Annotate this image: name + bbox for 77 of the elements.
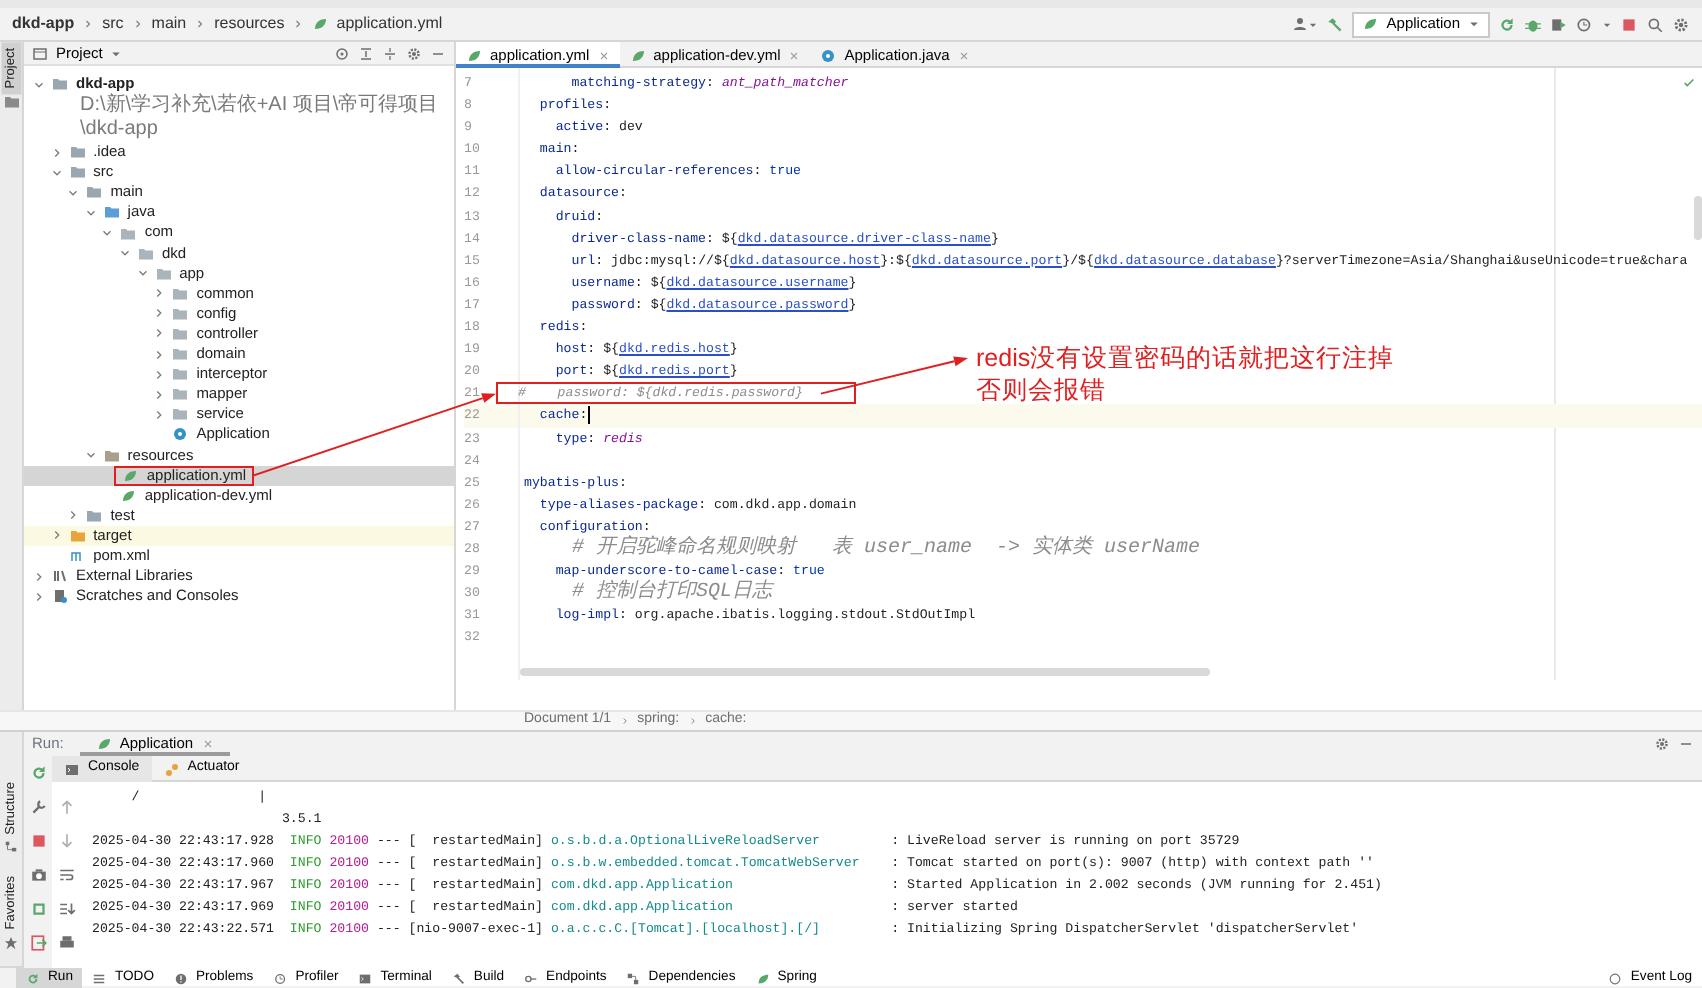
leaf-icon [755, 971, 770, 985]
search-icon[interactable] [1646, 15, 1664, 33]
profiler-icon[interactable] [1576, 15, 1594, 33]
file-icon [69, 548, 86, 565]
user-icon [1292, 16, 1309, 32]
folder-icon [3, 94, 19, 111]
chevron-icon [687, 716, 698, 726]
breadcrumb-item[interactable]: main [151, 12, 187, 36]
settings-icon[interactable] [1672, 15, 1690, 33]
close-icon [597, 49, 610, 61]
down-arrow-icon[interactable] [57, 832, 75, 850]
caret-icon [110, 47, 123, 59]
settings-icon[interactable] [406, 45, 422, 61]
code-line: # 开启驼峰命名规则映射 表 user_name -> 实体类 userName [570, 537, 1201, 561]
horizontal-scrollbar[interactable] [520, 668, 1210, 676]
window-icon [32, 45, 48, 61]
chevron-icon[interactable] [32, 77, 46, 92]
structure-icon [4, 840, 18, 855]
rerun-icon[interactable] [1498, 15, 1516, 33]
code-line: # 控制台打印SQL日志 [570, 582, 773, 605]
class-icon [820, 47, 837, 63]
user-menu-button[interactable] [1292, 16, 1319, 32]
breadcrumb-item[interactable]: src [102, 12, 124, 36]
text-cursor [587, 406, 590, 425]
yaml-file-icon [312, 16, 329, 32]
caret-icon [1308, 19, 1319, 29]
camera-icon[interactable] [29, 866, 47, 884]
library-icon [52, 568, 68, 585]
chevron-icon [292, 18, 305, 30]
hammer-icon[interactable] [1326, 15, 1345, 33]
module-folder-icon [52, 76, 68, 93]
rerun-icon[interactable] [29, 764, 47, 782]
leaf-icon [1362, 16, 1379, 32]
console-icon [52, 588, 68, 605]
exit-icon[interactable] [29, 934, 47, 952]
up-arrow-icon[interactable] [57, 798, 75, 816]
chevron-icon [131, 18, 144, 30]
breadcrumb-item[interactable]: dkd-app [12, 12, 75, 36]
actuator-icon [163, 761, 180, 777]
soft-wrap-icon[interactable] [57, 866, 75, 884]
class-icon [172, 426, 189, 443]
chevron-icon[interactable] [83, 448, 98, 463]
list-icon [92, 971, 107, 985]
leaf-icon [95, 736, 112, 752]
debug-icon[interactable] [1524, 15, 1542, 33]
expand-all-icon[interactable] [382, 45, 398, 61]
breadcrumb-item[interactable]: resources [214, 12, 285, 36]
console-icon [64, 761, 80, 777]
profiler-icon [273, 971, 288, 985]
star-icon [4, 936, 18, 950]
vertical-scrollbar[interactable] [1694, 196, 1702, 240]
chevron-icon [82, 18, 95, 30]
stop-icon[interactable] [29, 832, 47, 850]
yaml-file-icon [629, 47, 646, 63]
annotation-note: redis没有设置密码的话就把这行注掉 否则会报错 [976, 342, 1395, 406]
endpoint-icon [524, 971, 539, 985]
wrench-icon[interactable] [29, 798, 47, 816]
restore-icon[interactable] [29, 900, 47, 918]
settings-icon[interactable] [1654, 736, 1670, 752]
coverage-icon[interactable] [1550, 15, 1568, 33]
caret-icon[interactable] [1602, 19, 1612, 29]
printer-icon[interactable] [57, 934, 75, 952]
chevron-icon [619, 716, 630, 726]
locate-icon[interactable] [334, 45, 350, 61]
collapse-all-icon[interactable] [358, 45, 374, 61]
hammer-icon [451, 971, 466, 985]
dependencies-icon [626, 971, 641, 985]
check-icon [1682, 76, 1696, 90]
caret-icon [1468, 18, 1480, 30]
breadcrumb-item[interactable]: application.yml [336, 12, 443, 36]
scroll-to-end-icon[interactable] [57, 900, 75, 918]
close-icon [788, 49, 801, 61]
chevron-icon [194, 18, 207, 30]
stop-icon[interactable] [1620, 15, 1638, 33]
yaml-file-icon [466, 47, 482, 63]
close-icon [201, 738, 214, 750]
close-icon [957, 49, 970, 61]
